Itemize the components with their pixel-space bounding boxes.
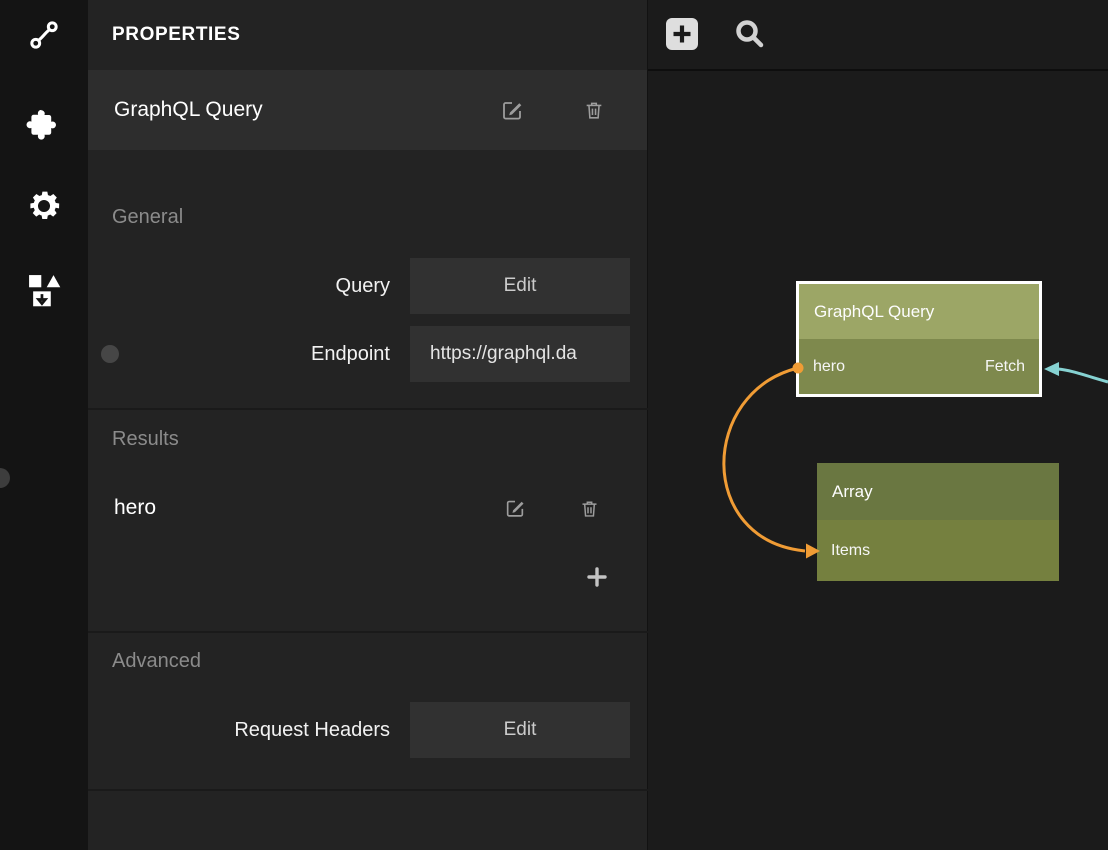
result-edit-icon[interactable] [502,495,528,521]
general-section-label: General [112,206,183,229]
node-canvas[interactable]: GraphQL Query hero Fetch Array Items [648,0,1108,850]
advanced-section-label: Advanced [112,650,201,673]
node-title: GraphQL Query [799,284,1039,339]
canvas-node-graphql-query[interactable]: GraphQL Query hero Fetch [796,281,1042,397]
add-node-icon[interactable] [664,16,700,52]
section-divider [88,408,648,410]
endpoint-input[interactable]: https://graphql.da [410,326,630,382]
selected-node-row: GraphQL Query [88,70,647,150]
puzzle-icon[interactable] [0,96,88,152]
search-icon[interactable] [732,16,768,52]
section-divider [88,631,648,633]
gear-icon[interactable] [0,178,88,234]
node-title: Array [817,463,1059,520]
canvas-node-array[interactable]: Array Items [817,463,1059,581]
node-graph-icon[interactable] [0,7,88,63]
add-result-plus-icon[interactable] [582,562,612,592]
properties-panel-title: PROPERTIES [88,0,647,70]
components-icon[interactable] [0,262,88,318]
connection-wires [648,0,1108,850]
node-editor-app: PROPERTIES GraphQL Query General Query E… [0,0,1108,850]
selected-node-title: GraphQL Query [114,98,499,122]
delete-node-trash-icon[interactable] [581,97,607,123]
endpoint-label: Endpoint [88,326,390,382]
panel-edge-handle[interactable] [0,468,10,488]
port-fetch[interactable]: Fetch [985,358,1025,376]
rename-node-edit-icon[interactable] [499,97,525,123]
results-section-label: Results [112,428,179,451]
query-edit-button[interactable]: Edit [410,258,630,314]
properties-panel: PROPERTIES GraphQL Query General Query E… [88,0,648,850]
canvas-toolbar-divider [648,69,1108,71]
query-label: Query [88,258,390,314]
request-headers-label: Request Headers [88,702,390,758]
request-headers-edit-button[interactable]: Edit [410,702,630,758]
port-items[interactable]: Items [831,542,870,560]
result-item-row: hero [88,480,648,536]
result-item-name: hero [114,496,502,520]
section-divider [88,789,648,791]
request-headers-row: Request Headers Edit [88,702,648,758]
query-field-row: Query Edit [88,258,648,314]
icon-sidebar [0,0,88,850]
result-trash-icon[interactable] [576,495,602,521]
endpoint-field-row: Endpoint https://graphql.da [88,326,648,382]
port-hero[interactable]: hero [813,358,845,376]
